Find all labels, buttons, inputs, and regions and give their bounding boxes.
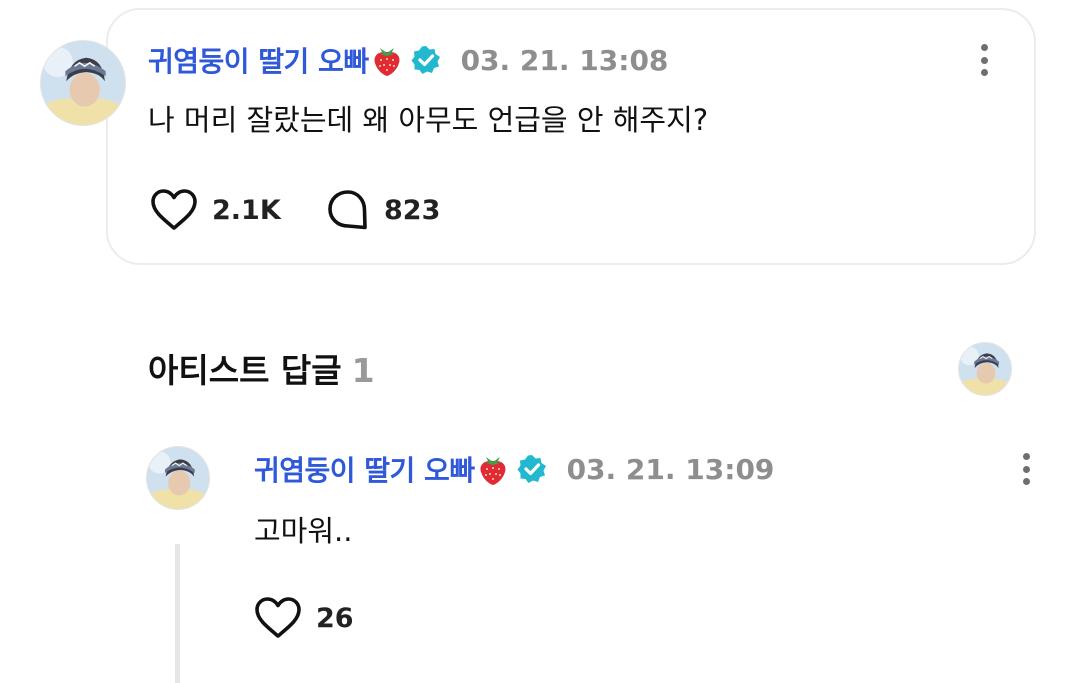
reply-body-text: 고마워..	[254, 514, 353, 548]
speech-bubble-icon	[328, 190, 367, 230]
dot	[980, 69, 988, 76]
artist-replies-heading: 아티스트 답글 1	[148, 344, 375, 392]
reply-author-avatar[interactable]	[146, 446, 210, 510]
post-like-count: 2.1K	[212, 194, 281, 226]
dot	[1022, 478, 1030, 485]
reply-author-name[interactable]: 귀염둥이 딸기 오빠	[254, 449, 475, 489]
reply-author-row: 귀염둥이 딸기 오빠 03. 21. 13:09	[254, 449, 774, 489]
post-timestamp: 03. 21. 13:08	[460, 43, 669, 77]
verified-badge-icon	[517, 454, 547, 484]
reply-timestamp: 03. 21. 13:09	[566, 452, 775, 486]
heart-outline-icon	[255, 597, 301, 638]
verified-badge-icon	[411, 45, 441, 75]
reply-thread-line	[175, 544, 180, 683]
post-author-row: 귀염둥이 딸기 오빠 03. 21. 13:08	[148, 40, 668, 80]
reply-more-options-icon[interactable]	[1014, 449, 1038, 489]
artist-filter-avatar[interactable]	[958, 342, 1012, 396]
post-author-name[interactable]: 귀염둥이 딸기 오빠	[148, 40, 369, 80]
post-body-text: 나 머리 잘랐는데 왜 아무도 언급을 안 해주지?	[148, 103, 709, 137]
artist-replies-title: 아티스트 답글	[148, 351, 342, 390]
strawberry-emoji-icon	[477, 452, 509, 486]
reply-like-count: 26	[316, 602, 354, 634]
dot	[980, 56, 988, 64]
avatar-image	[959, 343, 1011, 395]
post-comment-count: 823	[384, 194, 441, 226]
post-more-options-icon[interactable]	[972, 40, 996, 80]
post-like-button[interactable]: 2.1K	[150, 188, 281, 232]
heart-outline-icon	[151, 189, 197, 230]
avatar-image	[147, 447, 209, 509]
dot	[1022, 465, 1030, 473]
post-comment-button[interactable]: 823	[326, 188, 440, 232]
strawberry-emoji-icon	[371, 43, 403, 77]
dot	[980, 44, 988, 51]
dot	[1022, 453, 1030, 460]
reply-like-button[interactable]: 26	[254, 596, 354, 640]
artist-replies-count: 1	[351, 351, 375, 390]
avatar-image	[41, 41, 125, 125]
post-author-avatar[interactable]	[40, 40, 126, 126]
